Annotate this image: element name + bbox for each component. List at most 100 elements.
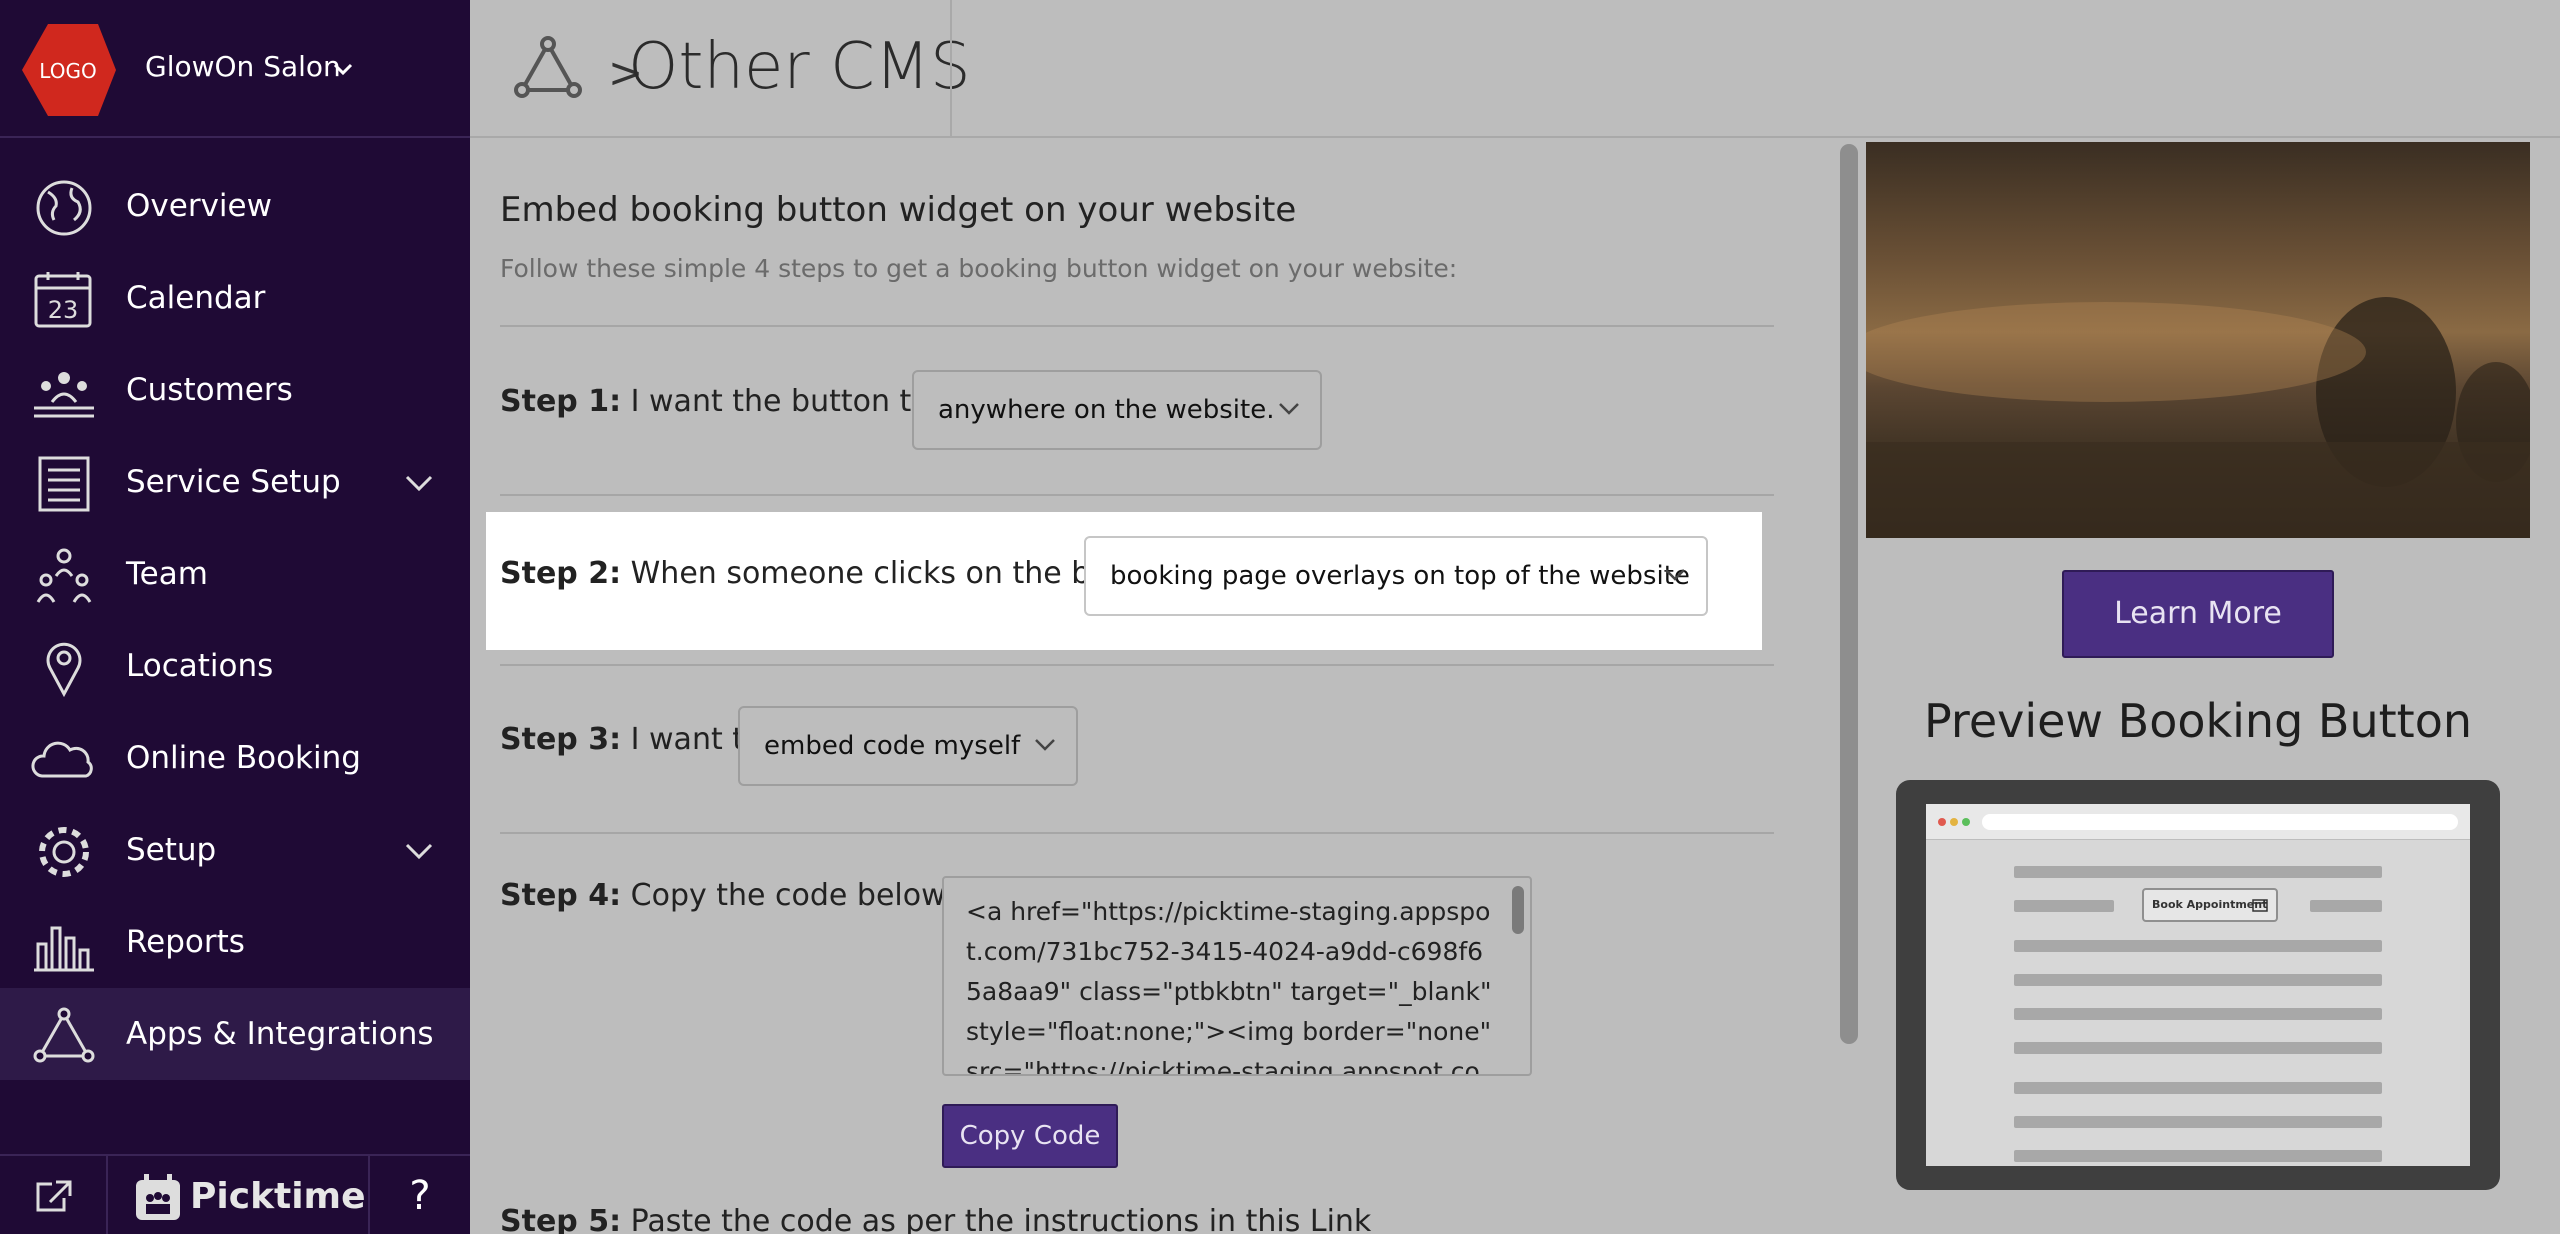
calendar-icon bbox=[2252, 899, 2268, 912]
chevron-down-icon bbox=[1035, 739, 1055, 751]
logo-text: LOGO bbox=[39, 59, 96, 83]
team-icon bbox=[36, 548, 92, 603]
external-link-button[interactable] bbox=[0, 1156, 108, 1234]
sidebar-item-label: Overview bbox=[126, 188, 272, 224]
chevron-down-icon bbox=[1279, 403, 1299, 415]
section-subtitle: Follow these simple 4 steps to get a boo… bbox=[500, 254, 1458, 283]
preview-book-appointment-button[interactable]: Book Appointment bbox=[2142, 888, 2278, 922]
bar-chart-icon bbox=[34, 926, 94, 972]
preview-device-frame: Book Appointment bbox=[1896, 780, 2500, 1190]
divider bbox=[500, 664, 1774, 666]
preview-title: Preview Booking Button bbox=[1923, 694, 2472, 748]
window-dot bbox=[1938, 818, 1946, 826]
step1-select[interactable]: anywhere on the website. bbox=[912, 370, 1322, 450]
copy-code-button[interactable]: Copy Code bbox=[942, 1104, 1118, 1168]
step4-label: Step 4: bbox=[500, 878, 622, 913]
code-scrollbar[interactable] bbox=[1512, 886, 1524, 934]
preview-browser-bar bbox=[1926, 804, 2470, 840]
preview-panel: Learn More Preview Booking Button Book A… bbox=[1866, 140, 2530, 1234]
brand-switcher[interactable]: LOGO GlowOn Salon bbox=[0, 0, 470, 138]
sidebar-item-label: Team bbox=[126, 556, 208, 592]
sidebar-item-label: Reports bbox=[126, 924, 245, 960]
chevron-down-icon[interactable] bbox=[332, 58, 354, 80]
chevron-down-icon bbox=[1665, 569, 1685, 581]
preview-screen: Book Appointment bbox=[1926, 804, 2470, 1166]
external-link-icon bbox=[36, 1180, 72, 1212]
chevron-down-icon[interactable] bbox=[404, 840, 434, 862]
step2-highlight: Step 2: When someone clicks on the butto… bbox=[486, 512, 1762, 650]
step2-select[interactable]: booking page overlays on top of the webs… bbox=[1084, 536, 1708, 616]
placeholder-line bbox=[2014, 866, 2382, 878]
placeholder-line bbox=[2014, 1116, 2382, 1128]
calendar-icon: 23 bbox=[34, 272, 92, 328]
placeholder-line bbox=[2310, 900, 2382, 912]
sidebar-item-overview[interactable]: Overview bbox=[0, 160, 470, 252]
learn-more-button[interactable]: Learn More bbox=[2062, 570, 2334, 658]
sidebar-item-service-setup[interactable]: Service Setup bbox=[0, 436, 470, 528]
sidebar-item-setup[interactable]: Setup bbox=[0, 804, 470, 896]
step5-label: Step 5: bbox=[500, 1204, 622, 1234]
step1-text: Step 1: I want the button to be bbox=[500, 384, 977, 419]
sidebar-item-customers[interactable]: Customers bbox=[0, 344, 470, 436]
step4-text: Step 4: Copy the code below bbox=[500, 878, 946, 913]
hero-image bbox=[1866, 142, 2530, 538]
chevron-down-icon[interactable] bbox=[404, 472, 434, 494]
embed-code-textarea[interactable]: <a href="https://picktime-staging.appspo… bbox=[942, 876, 1532, 1076]
step2-selected: booking page overlays on top of the webs… bbox=[1110, 561, 1690, 591]
location-pin-icon bbox=[46, 642, 82, 698]
placeholder-line bbox=[2014, 1150, 2382, 1162]
sidebar-item-team[interactable]: Team bbox=[0, 528, 470, 620]
divider bbox=[500, 325, 1774, 327]
placeholder-line bbox=[2014, 940, 2382, 952]
sidebar-item-label: Calendar bbox=[126, 280, 266, 316]
step1-selected: anywhere on the website. bbox=[938, 395, 1275, 425]
divider bbox=[500, 494, 1774, 496]
window-dot bbox=[1962, 818, 1970, 826]
divider bbox=[500, 832, 1774, 834]
list-icon bbox=[38, 456, 90, 512]
brand-name: GlowOn Salon bbox=[145, 50, 341, 83]
hero-landscape bbox=[1866, 297, 2530, 538]
sidebar-item-apps-integrations[interactable]: Apps & Integrations bbox=[0, 988, 470, 1080]
sidebar-item-reports[interactable]: Reports bbox=[0, 896, 470, 988]
sidebar-item-label: Setup bbox=[126, 832, 217, 868]
placeholder-line bbox=[2014, 1082, 2382, 1094]
sidebar-item-locations[interactable]: Locations bbox=[0, 620, 470, 712]
step2-text: Step 2: When someone clicks on the butto… bbox=[500, 556, 1170, 591]
sidebar-item-calendar[interactable]: 23 Calendar bbox=[0, 252, 470, 344]
sidebar-item-label: Customers bbox=[126, 372, 293, 408]
page-title: Other CMS bbox=[628, 30, 971, 104]
help-button[interactable]: ? bbox=[368, 1156, 470, 1234]
placeholder-line bbox=[2014, 900, 2114, 912]
gear-icon bbox=[39, 827, 89, 877]
placeholder-line bbox=[2014, 1042, 2382, 1054]
main-content: Embed booking button widget on your webs… bbox=[470, 140, 1840, 1234]
cloud-icon bbox=[31, 741, 93, 778]
header-divider bbox=[950, 0, 952, 138]
sidebar-item-label: Online Booking bbox=[126, 740, 361, 776]
section-title: Embed booking button widget on your webs… bbox=[500, 190, 1297, 230]
placeholder-line bbox=[2014, 974, 2382, 986]
step3-label: Step 3: bbox=[500, 722, 622, 757]
step1-label: Step 1: bbox=[500, 384, 622, 419]
globe-icon bbox=[36, 180, 92, 236]
sidebar-bottom-bar: Picktime ? bbox=[0, 1154, 470, 1234]
page-header: > Other CMS bbox=[470, 0, 2560, 138]
sidebar-item-label: Apps & Integrations bbox=[126, 1016, 434, 1052]
step3-selected: embed code myself bbox=[764, 731, 1021, 761]
preview-book-label: Book Appointment bbox=[2152, 898, 2268, 911]
embed-code-text: <a href="https://picktime-staging.appspo… bbox=[966, 897, 1492, 1076]
step5-description: Paste the code as per the instructions i… bbox=[630, 1204, 1372, 1234]
step3-select[interactable]: embed code myself bbox=[738, 706, 1078, 786]
customers-icon bbox=[34, 372, 94, 418]
picktime-logo-icon bbox=[136, 1174, 180, 1220]
sidebar-item-online-booking[interactable]: Online Booking bbox=[0, 712, 470, 804]
step4-description: Copy the code below bbox=[630, 878, 946, 913]
window-dot bbox=[1950, 818, 1958, 826]
placeholder-line bbox=[2014, 1008, 2382, 1020]
content-scrollbar[interactable] bbox=[1840, 144, 1858, 1044]
step2-label: Step 2: bbox=[500, 556, 622, 591]
integrations-icon bbox=[33, 1007, 95, 1063]
sidebar-item-label: Locations bbox=[126, 648, 274, 684]
sidebar-item-label: Service Setup bbox=[126, 464, 341, 500]
